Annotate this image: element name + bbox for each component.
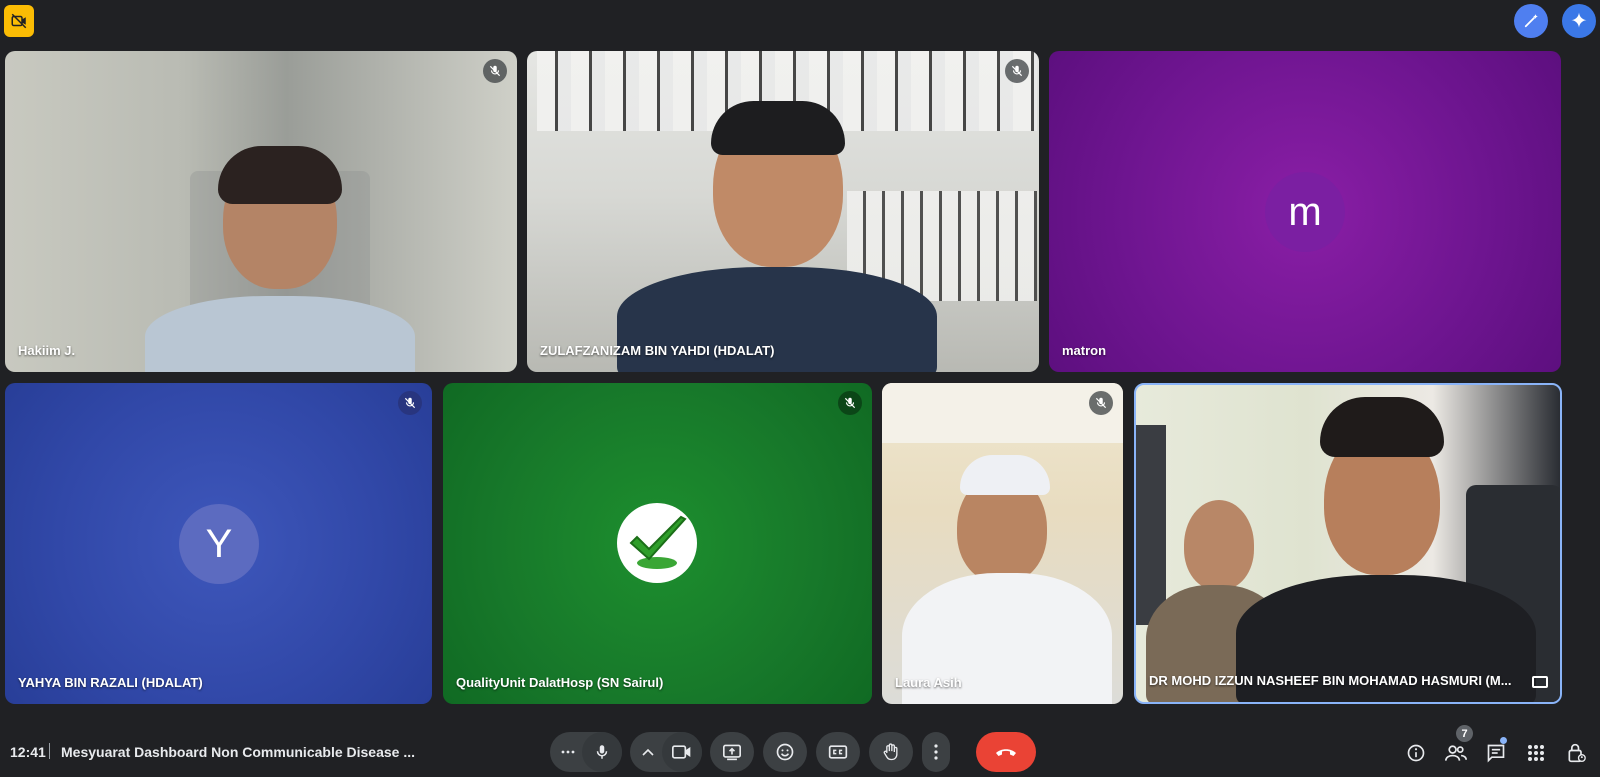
participant-shirt	[145, 296, 415, 372]
chevron-up-icon	[642, 748, 654, 756]
ceiling	[882, 383, 1123, 443]
participant-tile[interactable]: ZULAFZANIZAM BIN YAHDI (HDALAT)	[527, 51, 1039, 372]
wand-icon	[1524, 14, 1538, 28]
raise-hand-button[interactable]	[869, 732, 913, 772]
captions-icon	[828, 745, 848, 759]
phone-hangup-icon	[996, 749, 1016, 756]
checkmark-logo	[617, 503, 697, 583]
avatar: Y	[179, 504, 259, 584]
people-count-badge: 7	[1456, 725, 1473, 742]
lock-person-icon[interactable]	[1564, 741, 1588, 765]
more-horiz-icon	[561, 750, 575, 754]
mic-off-icon	[398, 391, 422, 415]
gemini-button[interactable]	[1562, 4, 1596, 38]
participant-hair	[218, 146, 342, 204]
mic-off-icon	[1089, 391, 1113, 415]
participant-name: matron	[1062, 343, 1107, 358]
people-icon[interactable]	[1444, 741, 1468, 765]
camera-off-icon[interactable]	[4, 5, 34, 37]
meeting-clock: 12:41	[10, 744, 46, 760]
participant-name: Hakiim J.	[18, 343, 76, 358]
sparkle-icon	[1571, 12, 1587, 28]
hand-icon	[883, 743, 898, 761]
participant-tile-active[interactable]: DR MOHD IZZUN NASHEEF BIN MOHAMAD HASMUR…	[1134, 383, 1562, 704]
pin-icon[interactable]	[1532, 676, 1548, 688]
info-icon[interactable]	[1404, 741, 1428, 765]
bottom-toolbar: 12:41 Mesyuarat Dashboard Non Communicab…	[0, 715, 1600, 777]
chat-icon[interactable]	[1484, 741, 1508, 765]
camera-icon	[672, 745, 691, 759]
more-options-button[interactable]	[922, 732, 950, 772]
more-options-icon	[934, 744, 938, 760]
microphone-button[interactable]	[582, 732, 622, 772]
emoji-icon	[776, 743, 794, 761]
checkmark-icon	[629, 515, 687, 569]
mic-off-icon	[483, 59, 507, 83]
visual-effects-button[interactable]	[1514, 4, 1548, 38]
camera-control-group	[630, 732, 702, 772]
participant-name: YAHYA BIN RAZALI (HDALAT)	[18, 675, 203, 690]
participant-name: ZULAFZANIZAM BIN YAHDI (HDALAT)	[540, 343, 775, 358]
mic-off-icon	[838, 391, 862, 415]
participant-name: DR MOHD IZZUN NASHEEF BIN MOHAMAD HASMUR…	[1149, 673, 1512, 688]
audio-options-button[interactable]	[550, 732, 586, 772]
participant-hair	[1320, 397, 1444, 457]
mic-off-icon	[1005, 59, 1029, 83]
video-options-button[interactable]	[630, 732, 666, 772]
captions-button[interactable]	[816, 732, 860, 772]
divider	[49, 743, 50, 759]
participant-name: QualityUnit DalatHosp (SN Sairul)	[456, 675, 664, 690]
reactions-button[interactable]	[763, 732, 807, 772]
apps-icon[interactable]	[1524, 741, 1548, 765]
shelf	[1136, 425, 1166, 625]
leave-call-button[interactable]	[976, 732, 1036, 772]
avatar: m	[1265, 172, 1345, 252]
mic-icon	[596, 745, 608, 759]
present-icon	[723, 744, 741, 761]
participant-face	[1184, 500, 1254, 590]
mic-control-group	[550, 732, 622, 772]
participant-tile[interactable]: QualityUnit DalatHosp (SN Sairul)	[443, 383, 872, 704]
participant-tile[interactable]: Hakiim J.	[5, 51, 517, 372]
participant-hair	[711, 101, 845, 155]
meeting-title: Mesyuarat Dashboard Non Communicable Dis…	[61, 744, 415, 760]
present-screen-button[interactable]	[710, 732, 754, 772]
participant-tile[interactable]: Laura Asih	[882, 383, 1123, 704]
camera-button[interactable]	[662, 732, 702, 772]
participant-name: Laura Asih	[895, 675, 962, 690]
nurse-cap	[960, 455, 1050, 495]
participant-tile[interactable]: m matron	[1049, 51, 1561, 372]
participant-tile[interactable]: Y YAHYA BIN RAZALI (HDALAT)	[5, 383, 432, 704]
